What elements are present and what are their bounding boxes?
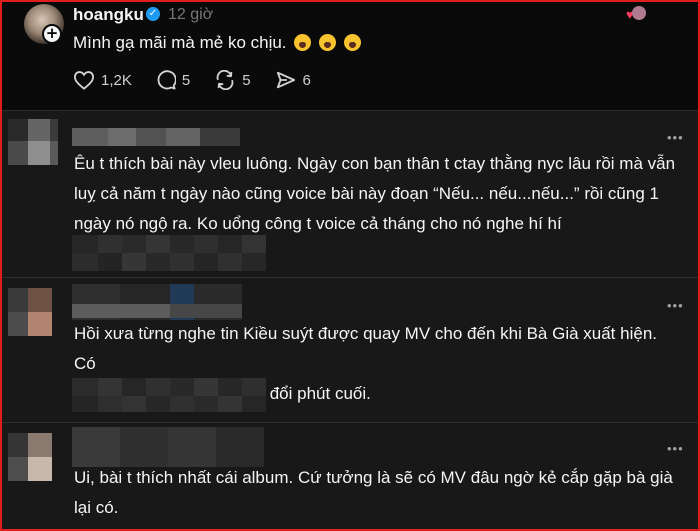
comment-bubble-icon (157, 70, 176, 90)
like-count: 1,2K (101, 71, 132, 89)
reply-line: luỵ cả năm t ngày nào cũng voice bài này… (74, 184, 659, 203)
comment-button[interactable]: 5 (156, 70, 190, 90)
repost-icon (216, 70, 234, 90)
reply-item: ••• Ui, bài t thích nhất cái album. Cứ t… (2, 423, 698, 529)
post-actions: 1,2K 5 5 6 (73, 68, 335, 92)
username-pixelated (72, 128, 240, 146)
repost-button[interactable]: 5 (214, 70, 251, 90)
reply-line: Ui, bài t thích nhất cái album. Cứ tưởng… (74, 468, 673, 487)
more-options-icon[interactable]: ••• (667, 441, 684, 456)
follow-plus-icon[interactable]: + (42, 24, 62, 44)
author-username[interactable]: hoangku (73, 5, 144, 25)
post-timestamp: 12 giờ (168, 6, 214, 23)
crying-face-emoji-icon (319, 34, 336, 51)
reply-item: ••• Êu t thích bài này vleu luông. Ngày … (2, 111, 698, 277)
heart-icon (73, 71, 95, 90)
more-options-icon[interactable]: ••• (667, 130, 684, 145)
like-button[interactable]: 1,2K (73, 70, 132, 90)
reply-text: Êu t thích bài này vleu luông. Ngày con … (74, 149, 680, 239)
reaction-avatar-icon[interactable]: ♥ (626, 6, 646, 24)
reply-line: Êu t thích bài này vleu luông. Ngày con … (74, 154, 676, 173)
comment-count: 5 (181, 71, 191, 89)
post-body: Mình gạ mãi mà mẻ ko chịu. (73, 33, 287, 52)
more-options-icon[interactable]: ••• (667, 298, 684, 313)
repost-count: 5 (242, 71, 251, 89)
send-icon (276, 71, 295, 89)
reply-line: lại có. (74, 498, 119, 517)
verified-badge-icon: ✓ (146, 7, 160, 21)
post-text: Mình gạ mãi mà mẻ ko chịu. (73, 33, 361, 53)
crying-face-emoji-icon (294, 34, 312, 51)
screenshot-frame: + hoangku ✓ 12 giờ ♥ Mình gạ mãi mà mẻ k… (0, 0, 700, 531)
reply-line: Hồi xưa từng nghe tin Kiều suýt được qua… (74, 324, 657, 373)
share-count: 6 (302, 71, 311, 89)
share-button[interactable]: 6 (275, 70, 311, 90)
username-pixelated (72, 427, 264, 467)
original-post: + hoangku ✓ 12 giờ ♥ Mình gạ mãi mà mẻ k… (2, 2, 698, 110)
reply-text: Ui, bài t thích nhất cái album. Cứ tưởng… (74, 463, 680, 523)
crying-face-emoji-icon (343, 34, 361, 51)
reply-item: ••• Hồi xưa từng nghe tin Kiều suýt được… (2, 278, 698, 422)
